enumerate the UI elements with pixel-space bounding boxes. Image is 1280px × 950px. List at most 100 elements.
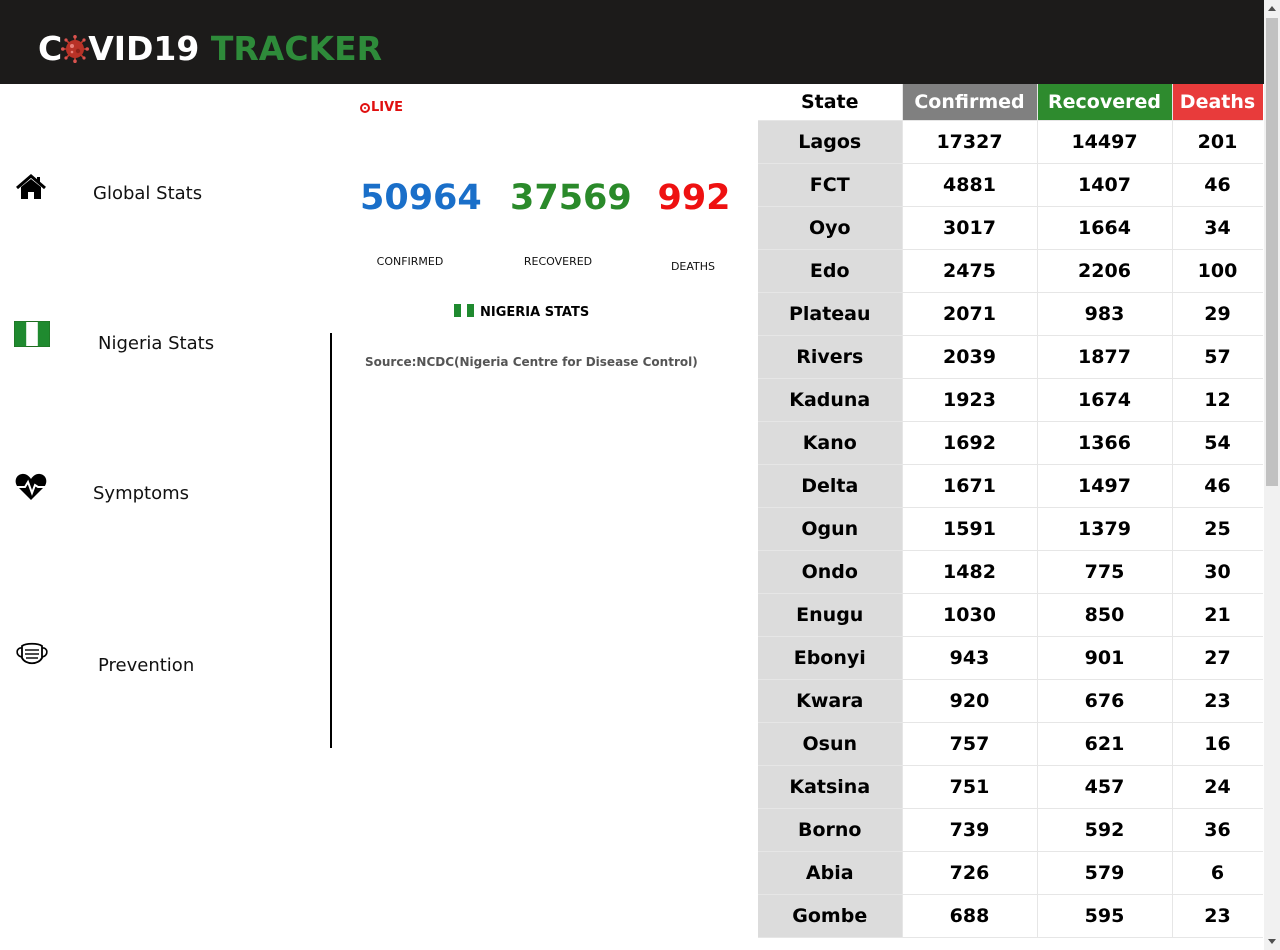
state-cell: Ogun [758, 507, 903, 551]
recovered-cell: 14497 [1037, 120, 1173, 164]
recovered-cell: 1497 [1037, 464, 1173, 508]
sidebar-divider [330, 333, 332, 748]
confirmed-cell: 688 [902, 894, 1038, 938]
table-row[interactable]: Kano 1692 1366 54 [758, 421, 1263, 465]
state-cell: Osun [758, 722, 903, 766]
confirmed-cell: 2039 [902, 335, 1038, 379]
deaths-cell: 30 [1172, 550, 1263, 594]
deaths-cell: 54 [1172, 421, 1263, 465]
column-header-confirmed[interactable]: Confirmed [902, 84, 1038, 121]
state-cell: Enugu [758, 593, 903, 637]
state-cell: Kano [758, 421, 903, 465]
column-header-recovered[interactable]: Recovered [1037, 84, 1173, 121]
table-row[interactable]: Ogun 1591 1379 25 [758, 507, 1263, 551]
table-row[interactable]: Enugu 1030 850 21 [758, 593, 1263, 637]
table-row[interactable]: Abia 726 579 6 [758, 851, 1263, 895]
virus-icon [61, 35, 90, 63]
recovered-cell: 850 [1037, 593, 1173, 637]
logo-text-tracker: TRACKER [210, 29, 383, 68]
deaths-cell: 46 [1172, 163, 1263, 207]
scrollbar-thumb[interactable] [1266, 18, 1278, 486]
state-cell: Oyo [758, 206, 903, 250]
confirmed-count: 50964 [360, 178, 482, 218]
state-cell: FCT [758, 163, 903, 207]
table-row[interactable]: Gombe 688 595 23 [758, 894, 1263, 938]
sidebar-item-label: Nigeria Stats [98, 333, 215, 354]
confirmed-cell: 3017 [902, 206, 1038, 250]
sidebar-item-prevention[interactable]: Prevention [0, 638, 320, 688]
table-row[interactable]: Osun 757 621 16 [758, 722, 1263, 766]
table-row[interactable]: Katsina 751 457 24 [758, 765, 1263, 809]
app-logo[interactable]: C VID19 TRACKER [38, 28, 382, 70]
state-stats-table: State Confirmed Recovered Deaths Lagos 17… [758, 84, 1263, 938]
confirmed-cell: 17327 [902, 120, 1038, 164]
deaths-cell: 24 [1172, 765, 1263, 809]
table-row[interactable]: Borno 739 592 36 [758, 808, 1263, 852]
deaths-cell: 34 [1172, 206, 1263, 250]
recovered-cell: 579 [1037, 851, 1173, 895]
table-body: Lagos 17327 14497 201 FCT 4881 1407 46 Oyo 3017 16… [758, 120, 1263, 938]
recovered-cell: 592 [1037, 808, 1173, 852]
table-row[interactable]: Lagos 17327 14497 201 [758, 120, 1263, 164]
state-cell: Abia [758, 851, 903, 895]
column-header-state[interactable]: State [758, 84, 903, 121]
state-cell: Borno [758, 808, 903, 852]
state-cell: Katsina [758, 765, 903, 809]
data-source-note: Source:NCDC(Nigeria Centre for Disease C… [365, 355, 698, 369]
sidebar-item-symptoms[interactable]: Symptoms [0, 470, 320, 520]
deaths-cell: 6 [1172, 851, 1263, 895]
table-row[interactable]: Rivers 2039 1877 57 [758, 335, 1263, 379]
recovered-cell: 1664 [1037, 206, 1173, 250]
recovered-cell: 1366 [1037, 421, 1173, 465]
deaths-count: 992 [657, 178, 731, 218]
recovered-cell: 1407 [1037, 163, 1173, 207]
confirmed-cell: 1591 [902, 507, 1038, 551]
confirmed-cell: 2475 [902, 249, 1038, 293]
table-row[interactable]: FCT 4881 1407 46 [758, 163, 1263, 207]
deaths-cell: 21 [1172, 593, 1263, 637]
state-table-container[interactable]: State Confirmed Recovered Deaths Lagos 17… [758, 84, 1263, 950]
table-row[interactable]: Edo 2475 2206 100 [758, 249, 1263, 293]
table-row[interactable]: Delta 1671 1497 46 [758, 464, 1263, 508]
deaths-cell: 25 [1172, 507, 1263, 551]
live-indicator: LIVE [360, 100, 403, 115]
state-cell: Plateau [758, 292, 903, 336]
recovered-cell: 457 [1037, 765, 1173, 809]
state-cell: Edo [758, 249, 903, 293]
table-row[interactable]: Ebonyi 943 901 27 [758, 636, 1263, 680]
sidebar-item-label: Global Stats [93, 183, 203, 204]
table-row[interactable]: Plateau 2071 983 29 [758, 292, 1263, 336]
table-row[interactable]: Kaduna 1923 1674 12 [758, 378, 1263, 422]
confirmed-cell: 751 [902, 765, 1038, 809]
nigeria-stats-heading: NIGERIA STATS [454, 304, 589, 320]
confirmed-label: CONFIRMED [376, 255, 444, 268]
deaths-cell: 201 [1172, 120, 1263, 164]
deaths-cell: 16 [1172, 722, 1263, 766]
logo-text-vid19: VID19 [88, 29, 200, 68]
state-cell: Rivers [758, 335, 903, 379]
state-cell: Kwara [758, 679, 903, 723]
state-cell: Kaduna [758, 378, 903, 422]
state-cell: Ondo [758, 550, 903, 594]
scroll-down-arrow-icon[interactable] [1268, 939, 1276, 944]
face-mask-icon [16, 642, 48, 665]
logo-letter-c: C [38, 29, 63, 68]
deaths-cell: 23 [1172, 679, 1263, 723]
state-cell: Delta [758, 464, 903, 508]
confirmed-cell: 4881 [902, 163, 1038, 207]
nigeria-flag-icon [454, 304, 474, 317]
table-row[interactable]: Kwara 920 676 23 [758, 679, 1263, 723]
column-header-deaths[interactable]: Deaths [1172, 84, 1263, 121]
deaths-cell: 12 [1172, 378, 1263, 422]
confirmed-cell: 739 [902, 808, 1038, 852]
scroll-up-arrow-icon[interactable] [1268, 6, 1276, 11]
deaths-cell: 100 [1172, 249, 1263, 293]
sidebar-item-global-stats[interactable]: Global Stats [0, 172, 320, 222]
recovered-cell: 676 [1037, 679, 1173, 723]
sidebar-item-nigeria-stats[interactable]: Nigeria Stats [0, 320, 320, 370]
table-row[interactable]: Ondo 1482 775 30 [758, 550, 1263, 594]
deaths-cell: 27 [1172, 636, 1263, 680]
table-row[interactable]: Oyo 3017 1664 34 [758, 206, 1263, 250]
deaths-cell: 57 [1172, 335, 1263, 379]
page-scrollbar[interactable] [1264, 0, 1280, 950]
